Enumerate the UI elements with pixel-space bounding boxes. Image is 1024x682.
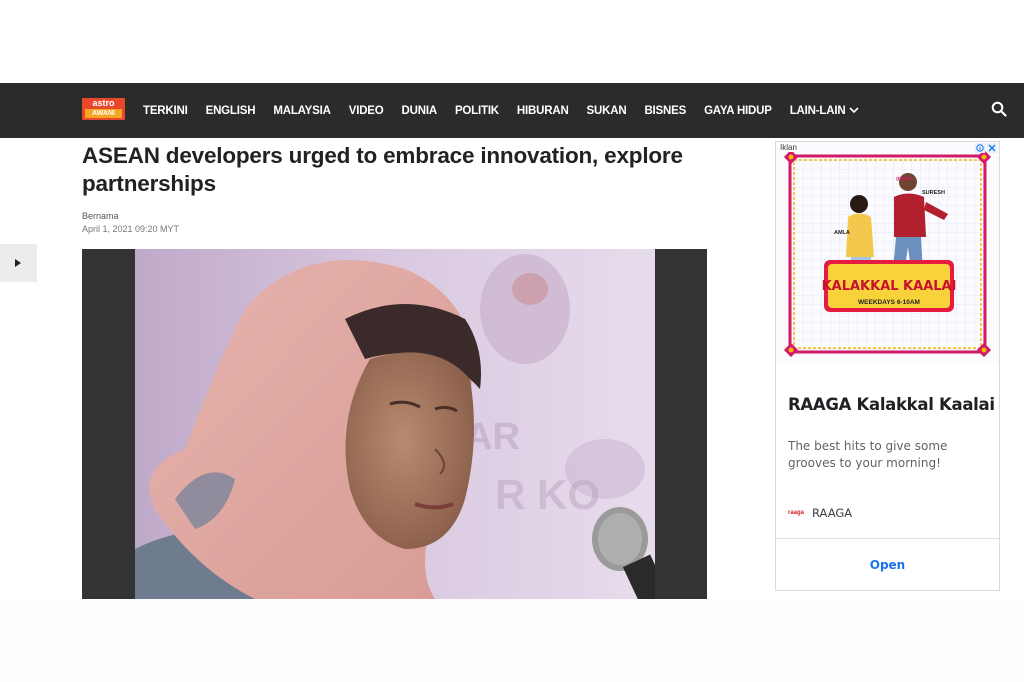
nav-item-hiburan[interactable]: HIBURAN [517, 105, 569, 117]
ad-choices[interactable] [975, 143, 997, 153]
page-bottom-area [0, 599, 1024, 682]
nav-menu: TERKINI ENGLISH MALAYSIA VIDEO DUNIA POL… [143, 83, 877, 138]
logo-top-text: astro [92, 98, 115, 108]
article-photo-frame: AR R KO [82, 249, 707, 599]
ad-host-left: AMLA [834, 230, 850, 236]
ad-label: Iklan [778, 143, 799, 152]
ad-banner-title: KALAKKAL KAALAI [822, 279, 957, 294]
nav-item-malaysia[interactable]: MALAYSIA [273, 105, 331, 117]
article-photo: AR R KO [135, 249, 655, 599]
nav-item-english[interactable]: ENGLISH [206, 105, 256, 117]
ad-banner-subtitle: WEEKDAYS 6-10AM [858, 299, 920, 306]
article-title: ASEAN developers urged to embrace innova… [82, 143, 683, 196]
adchoices-icon[interactable] [975, 143, 985, 153]
ad-advertiser[interactable]: raaga RAAGA [788, 506, 852, 520]
portrait-photo: AR R KO [135, 249, 655, 599]
chevron-down-icon [849, 107, 860, 114]
nav-item-bisnes[interactable]: BISNES [644, 105, 686, 117]
ad-host-right: SURESH [922, 190, 945, 196]
close-ad-icon[interactable] [987, 143, 997, 153]
nav-item-video[interactable]: VIDEO [349, 105, 384, 117]
ad-advertiser-name: RAAGA [812, 506, 853, 520]
nav-item-gaya-hidup[interactable]: GAYA HIDUP [704, 105, 772, 117]
nav-item-sukan[interactable]: SUKAN [587, 105, 627, 117]
ad-description: The best hits to give some grooves to yo… [788, 439, 948, 470]
raaga-logo: raaga [788, 510, 805, 516]
logo-bottom-text: AWANI [85, 109, 122, 118]
nav-item-lain-lain[interactable]: LAIN-LAIN [790, 105, 860, 117]
side-panel-toggle[interactable] [0, 244, 37, 282]
top-navbar: astro AWANI TERKINI ENGLISH MALAYSIA VID… [0, 83, 1024, 138]
ad-banner-image[interactable]: ராகா AMLA SURESH KALAKKAL KAALAI WEEKDAY… [776, 142, 999, 364]
nav-item-dunia[interactable]: DUNIA [402, 105, 438, 117]
nav-item-politik[interactable]: POLITIK [455, 105, 499, 117]
ad-title[interactable]: RAAGA Kalakkal Kaalai [788, 395, 995, 414]
article-date: April 1, 2021 09:20 MYT [82, 224, 180, 234]
ad-open-button[interactable]: Open [776, 539, 999, 591]
sponsored-ad-card[interactable]: Iklan ராகா AMLA SURESH KALAKKAL KAALAI W… [775, 141, 1000, 591]
caret-right-icon [15, 259, 21, 267]
search-icon[interactable] [991, 101, 1007, 117]
article-source: Bernama [82, 211, 119, 221]
svg-text:R KO: R KO [495, 471, 600, 518]
nav-more-label: LAIN-LAIN [789, 104, 846, 117]
nav-item-terkini[interactable]: TERKINI [143, 105, 188, 117]
astro-awani-logo[interactable]: astro AWANI [82, 98, 125, 120]
svg-text:ராகா: ராகா [896, 175, 912, 182]
